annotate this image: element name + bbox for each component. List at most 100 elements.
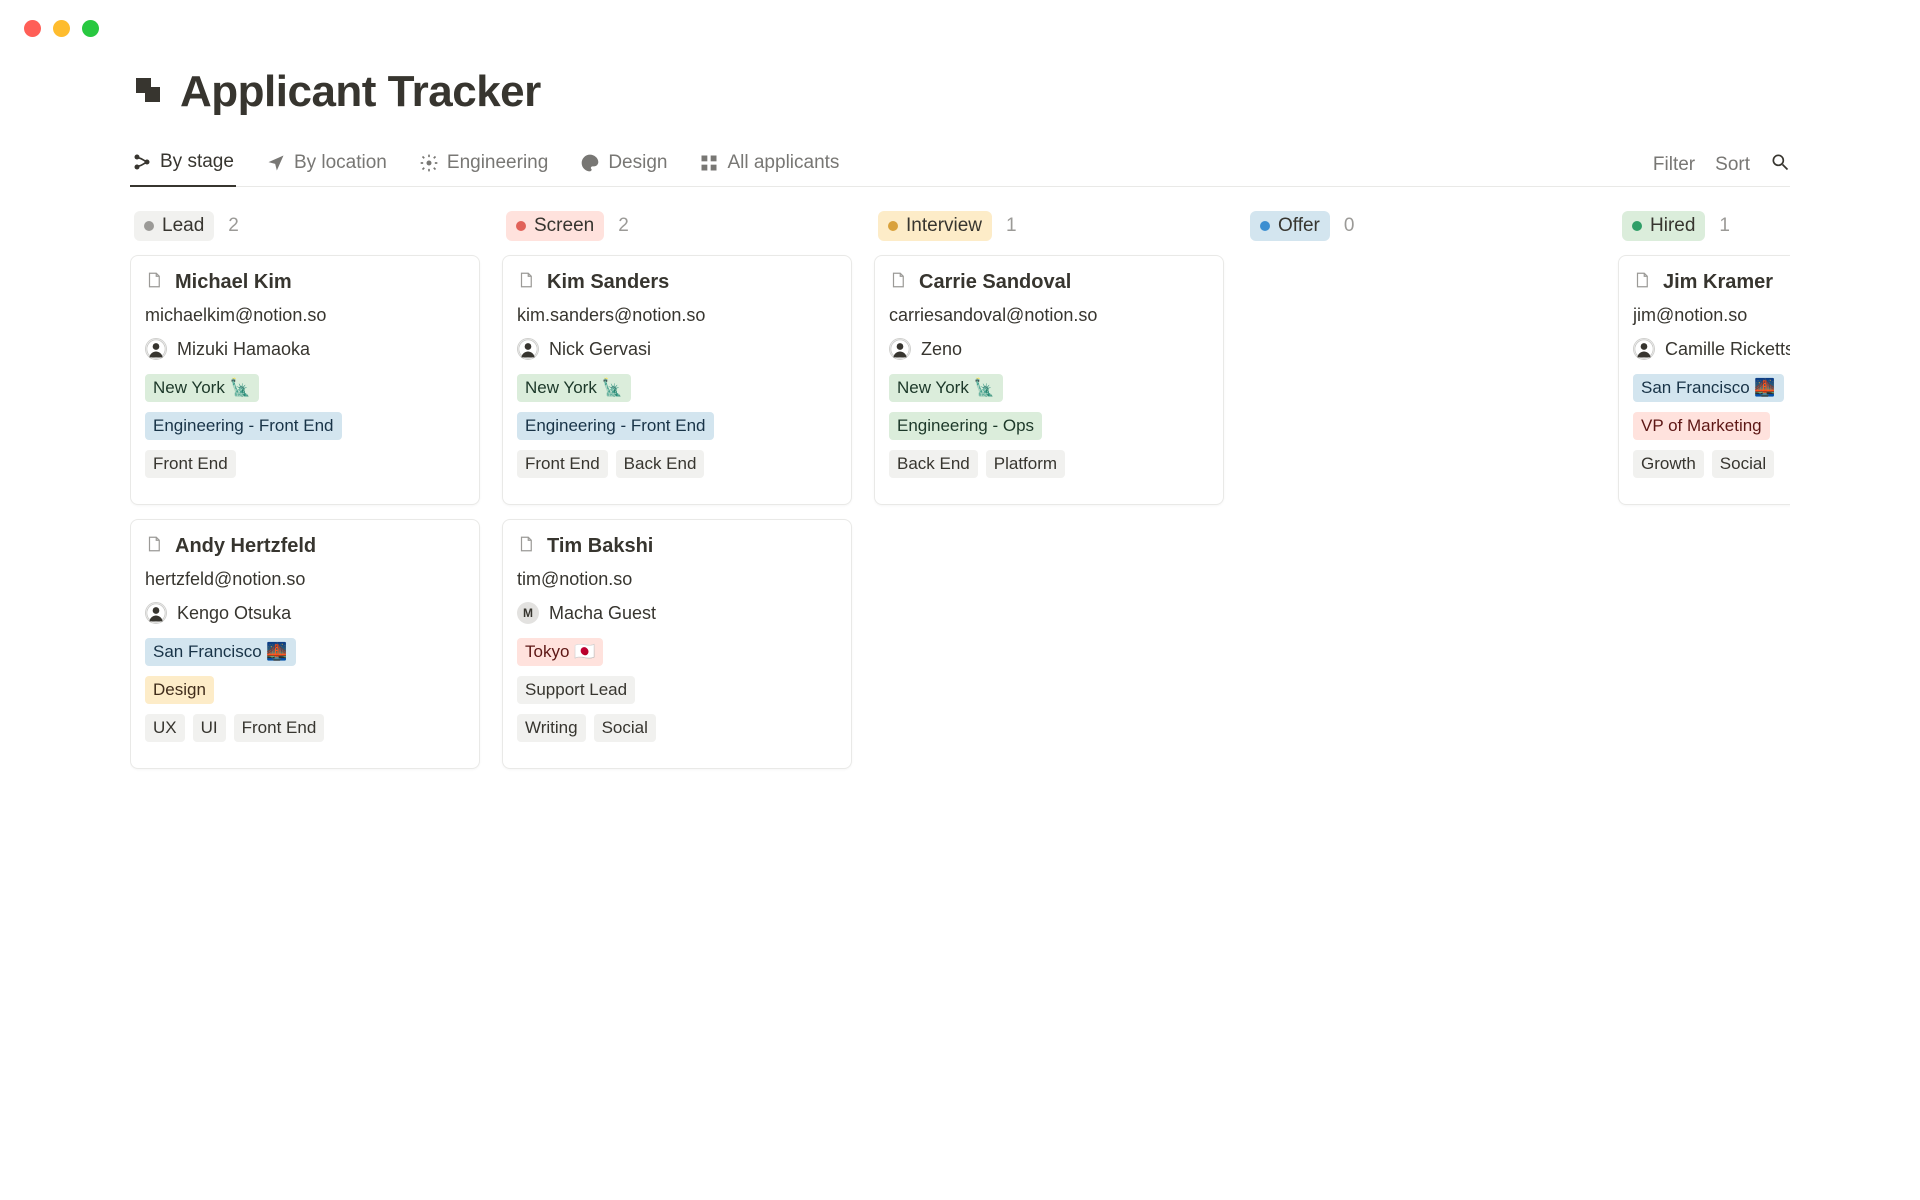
location-row: New York 🗽 bbox=[145, 374, 465, 402]
recruiter-row: Camille Ricketts bbox=[1633, 338, 1790, 360]
column-offer: Offer 0 bbox=[1246, 211, 1596, 783]
recruiter-row: Kengo Otsuka bbox=[145, 602, 465, 624]
recruiter-row: MMacha Guest bbox=[517, 602, 837, 624]
stage-dot-icon bbox=[1260, 221, 1270, 231]
view-tabs: By stage By location Engineering Design … bbox=[130, 143, 1790, 187]
column-header: Offer 0 bbox=[1246, 211, 1596, 241]
column-header: Interview 1 bbox=[874, 211, 1224, 241]
page-title: Applicant Tracker bbox=[180, 67, 541, 117]
role-tag: Design bbox=[145, 676, 214, 704]
applicant-name: Michael Kim bbox=[175, 271, 292, 294]
tab-label: By location bbox=[294, 152, 387, 174]
tab-engineering[interactable]: Engineering bbox=[417, 144, 550, 186]
recruiter-name: Nick Gervasi bbox=[549, 339, 651, 360]
document-icon bbox=[517, 270, 535, 295]
applicant-card[interactable]: Andy Hertzfeldhertzfeld@notion.soKengo O… bbox=[130, 519, 480, 769]
applicant-email: kim.sanders@notion.so bbox=[517, 305, 837, 326]
avatar bbox=[1633, 338, 1655, 360]
stage-count: 0 bbox=[1344, 215, 1355, 237]
tabs-right: Filter Sort bbox=[1653, 152, 1790, 178]
gear-icon bbox=[419, 153, 439, 173]
location-row: Tokyo 🇯🇵 bbox=[517, 638, 837, 666]
applicant-card[interactable]: Jim Kramerjim@notion.soCamille RickettsS… bbox=[1618, 255, 1790, 505]
maximize-window-button[interactable] bbox=[82, 20, 99, 37]
document-icon bbox=[889, 270, 907, 295]
applicant-name: Kim Sanders bbox=[547, 271, 669, 294]
role-tag: Support Lead bbox=[517, 676, 635, 704]
branch-icon bbox=[132, 152, 152, 172]
filter-button[interactable]: Filter bbox=[1653, 154, 1695, 176]
recruiter-row: Nick Gervasi bbox=[517, 338, 837, 360]
minimize-window-button[interactable] bbox=[53, 20, 70, 37]
column-hired: Hired 1 Jim Kramerjim@notion.soCamille Ric… bbox=[1618, 211, 1790, 783]
close-window-button[interactable] bbox=[24, 20, 41, 37]
column-interview: Interview 1 Carrie Sandovalcarriesandoval@… bbox=[874, 211, 1224, 783]
stage-dot-icon bbox=[1632, 221, 1642, 231]
stage-dot-icon bbox=[516, 221, 526, 231]
stage-pill[interactable]: Offer bbox=[1250, 211, 1330, 241]
stage-dot-icon bbox=[888, 221, 898, 231]
stage-count: 1 bbox=[1006, 215, 1017, 237]
page-icon bbox=[130, 72, 166, 113]
applicant-email: michaelkim@notion.so bbox=[145, 305, 465, 326]
location-row: San Francisco 🌉 bbox=[145, 638, 465, 666]
applicant-email: carriesandoval@notion.so bbox=[889, 305, 1209, 326]
card-title-row: Jim Kramer bbox=[1633, 270, 1790, 295]
location-row: New York 🗽 bbox=[517, 374, 837, 402]
stage-count: 1 bbox=[1719, 215, 1730, 237]
recruiter-name: Kengo Otsuka bbox=[177, 603, 291, 624]
location-tag: San Francisco 🌉 bbox=[1633, 374, 1784, 402]
column-lead: Lead 2 Michael Kim michaelkim@notion.so Mizu… bbox=[130, 211, 480, 783]
skills-row: GrowthSocial bbox=[1633, 450, 1790, 478]
role-tag: VP of Marketing bbox=[1633, 412, 1770, 440]
document-icon bbox=[1633, 270, 1651, 295]
stage-label: Lead bbox=[162, 215, 204, 237]
skills-row: Writing Social bbox=[517, 714, 837, 742]
column-screen: Screen 2 Kim Sanders kim.sanders@notion.so N… bbox=[502, 211, 852, 783]
skill-tag: Back End bbox=[889, 450, 978, 478]
document-icon bbox=[145, 534, 163, 559]
kanban-board: Lead 2 Michael Kim michaelkim@notion.so Mizu… bbox=[130, 211, 1790, 783]
role-row: Support Lead bbox=[517, 676, 837, 704]
role-row: Engineering - Ops bbox=[889, 412, 1209, 440]
tab-by-stage[interactable]: By stage bbox=[130, 143, 236, 187]
sort-button[interactable]: Sort bbox=[1715, 154, 1750, 176]
stage-pill[interactable]: Screen bbox=[506, 211, 604, 241]
tab-all-applicants[interactable]: All applicants bbox=[697, 144, 841, 186]
search-icon[interactable] bbox=[1770, 152, 1790, 178]
applicant-card[interactable]: Tim Bakshitim@notion.soMMacha GuestTokyo… bbox=[502, 519, 852, 769]
skills-row: Front EndBack End bbox=[517, 450, 837, 478]
tab-label: All applicants bbox=[727, 152, 839, 174]
avatar: M bbox=[517, 602, 539, 624]
stage-pill[interactable]: Hired bbox=[1622, 211, 1705, 241]
role-row: VP of Marketing bbox=[1633, 412, 1790, 440]
grid-icon bbox=[699, 153, 719, 173]
role-tag: Engineering - Front End bbox=[145, 412, 342, 440]
applicant-card[interactable]: Michael Kim michaelkim@notion.so Mizuki Ha… bbox=[130, 255, 480, 505]
skill-tag: Social bbox=[594, 714, 656, 742]
stage-count: 2 bbox=[228, 215, 239, 237]
recruiter-name: Mizuki Hamaoka bbox=[177, 339, 310, 360]
stage-label: Hired bbox=[1650, 215, 1695, 237]
column-header: Hired 1 bbox=[1618, 211, 1790, 241]
recruiter-row: Zeno bbox=[889, 338, 1209, 360]
column-header: Lead 2 bbox=[130, 211, 480, 241]
skill-tag: Writing bbox=[517, 714, 586, 742]
card-title-row: Tim Bakshi bbox=[517, 534, 837, 559]
avatar bbox=[145, 602, 167, 624]
tab-label: Engineering bbox=[447, 152, 548, 174]
avatar bbox=[889, 338, 911, 360]
skill-tag: Front End bbox=[517, 450, 608, 478]
stage-count: 2 bbox=[618, 215, 629, 237]
card-title-row: Kim Sanders bbox=[517, 270, 837, 295]
applicant-card[interactable]: Kim Sanders kim.sanders@notion.so Nick Ger… bbox=[502, 255, 852, 505]
stage-pill[interactable]: Lead bbox=[134, 211, 214, 241]
tab-design[interactable]: Design bbox=[578, 144, 669, 186]
stage-label: Offer bbox=[1278, 215, 1320, 237]
skill-tag: Social bbox=[1712, 450, 1774, 478]
card-title-row: Michael Kim bbox=[145, 270, 465, 295]
applicant-card[interactable]: Carrie Sandovalcarriesandoval@notion.soZ… bbox=[874, 255, 1224, 505]
tab-by-location[interactable]: By location bbox=[264, 144, 389, 186]
tab-label: By stage bbox=[160, 151, 234, 173]
stage-pill[interactable]: Interview bbox=[878, 211, 992, 241]
